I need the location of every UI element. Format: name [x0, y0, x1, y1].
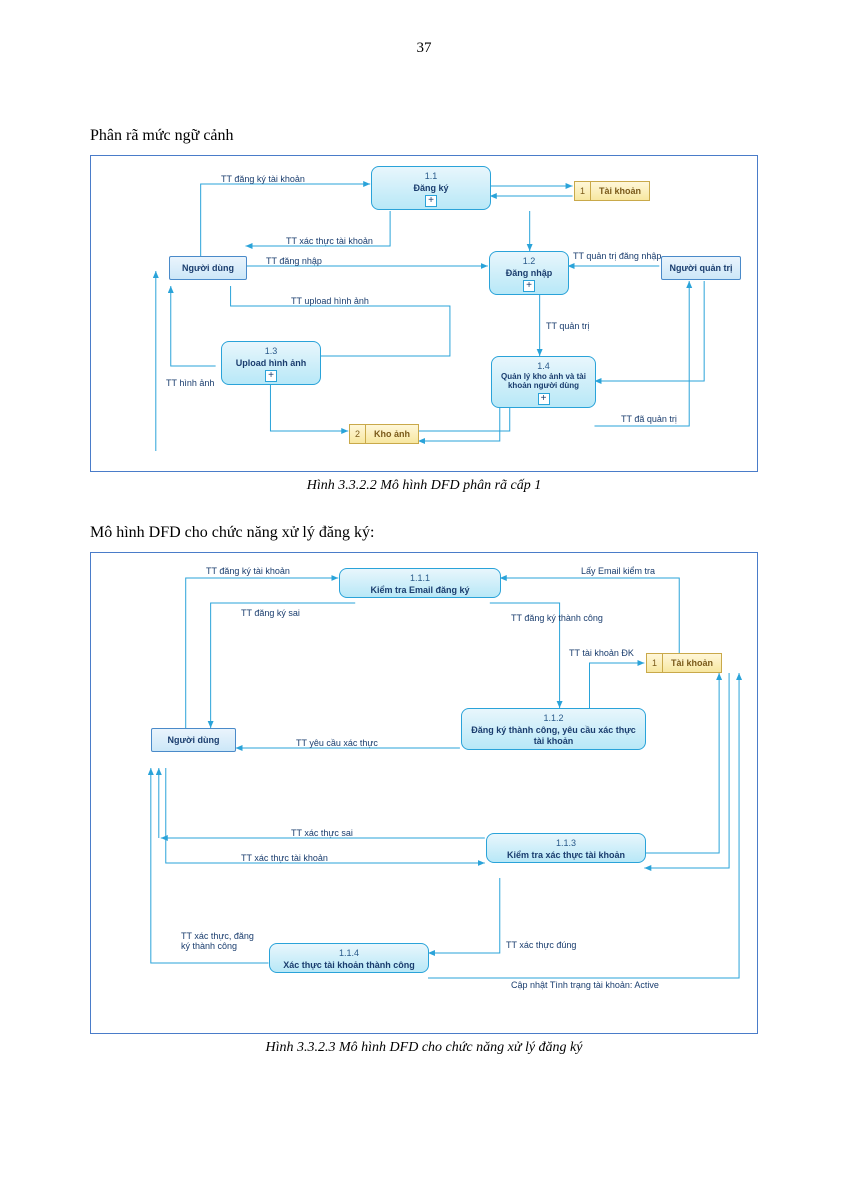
flow-label: TT xác thực tài khoản	[241, 853, 328, 863]
expand-icon: +	[538, 393, 550, 405]
expand-icon: +	[523, 280, 535, 292]
process-manage: 1.4 Quản lý kho ảnh và tài khoản người d…	[491, 356, 596, 408]
entity-user: Người dùng	[169, 256, 247, 280]
flow-label: Cập nhật Tình trạng tài khoản: Active	[511, 980, 659, 990]
flow-label: TT xác thực tài khoản	[286, 236, 373, 246]
entity-user: Người dùng	[151, 728, 236, 752]
flow-label: TT quản trị	[546, 321, 589, 331]
datastore-account: 1Tài khoản	[646, 653, 722, 673]
flow-label: TT xác thực đúng	[506, 940, 576, 950]
flow-label: TT quản trị đăng nhập	[573, 251, 661, 261]
flow-label: TT đăng ký tài khoản	[206, 566, 290, 576]
expand-icon: +	[265, 370, 277, 382]
process-check-email: 1.1.1 Kiểm tra Email đăng ký	[339, 568, 501, 598]
process-check-auth: 1.1.3 Kiểm tra xác thực tài khoản	[486, 833, 646, 863]
flow-label: TT đăng ký tài khoản	[221, 174, 305, 184]
process-login: 1.2 Đăng nhập +	[489, 251, 569, 295]
expand-icon: +	[425, 195, 437, 207]
flow-label: TT yêu cầu xác thực	[296, 738, 378, 748]
flow-label: TT xác thực sai	[291, 828, 353, 838]
process-register: 1.1 Đăng ký +	[371, 166, 491, 210]
flow-label: TT hình ảnh	[166, 378, 214, 388]
heading-section-2: Mô hình DFD cho chức năng xử lý đăng ký:	[90, 524, 758, 542]
flow-label: TT đăng ký sai	[241, 608, 300, 618]
caption-diagram-2: Hình 3.3.2.3 Mô hình DFD cho chức năng x…	[90, 1040, 758, 1056]
process-reg-success: 1.1.2 Đăng ký thành công, yêu cầu xác th…	[461, 708, 646, 750]
process-upload: 1.3 Upload hình ảnh +	[221, 341, 321, 385]
heading-section-1: Phân rã mức ngữ cảnh	[90, 127, 758, 145]
flow-label: TT upload hình ảnh	[291, 296, 369, 306]
flow-label: TT đã quản trị	[621, 414, 677, 424]
flow-label: Lấy Email kiểm tra	[581, 566, 655, 576]
caption-diagram-1: Hình 3.3.2.2 Mô hình DFD phân rã cấp 1	[90, 478, 758, 494]
flow-label: TT tài khoản ĐK	[569, 648, 634, 658]
process-auth-success: 1.1.4 Xác thực tài khoản thành công	[269, 943, 429, 973]
flow-label: TT đăng ký thành công	[511, 613, 603, 623]
flow-label: TT xác thực, đăng ký thành công	[181, 931, 261, 951]
page-number: 37	[90, 40, 758, 57]
entity-admin: Người quản trị	[661, 256, 741, 280]
dfd-diagram-1: Người dùng Người quản trị 1.1 Đăng ký + …	[90, 155, 758, 472]
datastore-images: 2Kho ảnh	[349, 424, 419, 444]
dfd-diagram-2: Người dùng 1.1.1 Kiểm tra Email đăng ký …	[90, 552, 758, 1034]
datastore-account: 1Tài khoản	[574, 181, 650, 201]
flow-label: TT đăng nhập	[266, 256, 322, 266]
